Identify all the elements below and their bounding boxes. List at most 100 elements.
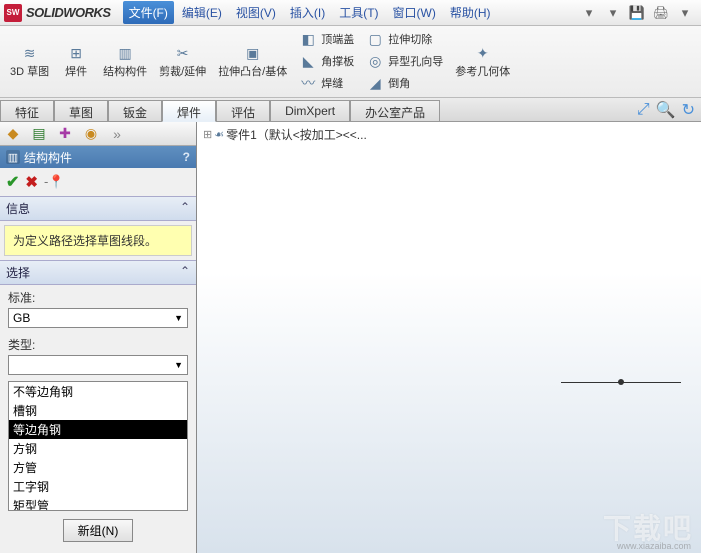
ribbon-cut-label: 拉伸切除 bbox=[388, 31, 432, 47]
ok-button[interactable]: ✔ bbox=[6, 172, 19, 192]
panel-tab-arrow-icon[interactable]: » bbox=[108, 125, 126, 143]
ribbon-weldment[interactable]: ⊞ 焊件 bbox=[55, 28, 97, 95]
tab-evaluate[interactable]: 评估 bbox=[216, 100, 270, 121]
chevron-down-icon: ▼ bbox=[174, 313, 183, 323]
info-section-header[interactable]: 信息 ⌃ bbox=[0, 196, 196, 221]
new-group-label: 新组(N) bbox=[78, 522, 119, 539]
collapse-icon: ⌃ bbox=[180, 200, 190, 217]
panel-tab-feature-icon[interactable]: ◆ bbox=[4, 125, 22, 143]
ribbon-hole[interactable]: ◎异型孔向导 bbox=[362, 50, 447, 72]
tab-dimxpert[interactable]: DimXpert bbox=[270, 100, 350, 121]
tab-weldments[interactable]: 焊件 bbox=[162, 100, 216, 122]
ribbon-structure[interactable]: ▥ 结构构件 bbox=[97, 28, 153, 95]
type-option[interactable]: 工字钢 bbox=[9, 477, 187, 496]
ribbon-cut[interactable]: ▢拉伸切除 bbox=[362, 28, 447, 50]
ribbon-refgeom[interactable]: ✦ 参考几何体 bbox=[449, 28, 516, 95]
feature-panel: ◆ ▤ ✚ ◉ » ▥ 结构构件 ? ✔ ✖ -📍 信息 ⌃ 为定义路径选择草图… bbox=[0, 122, 197, 553]
type-option[interactable]: 等边角钢 bbox=[9, 420, 187, 439]
panel-tab-row: ◆ ▤ ✚ ◉ » bbox=[0, 122, 196, 146]
menu-window[interactable]: 窗口(W) bbox=[387, 1, 442, 24]
menu-view[interactable]: 视图(V) bbox=[230, 1, 282, 24]
collapse-icon: ⌃ bbox=[180, 264, 190, 281]
sketch-3d-icon: ≋ bbox=[21, 45, 39, 63]
rotate-icon[interactable]: ↻ bbox=[682, 100, 695, 120]
ribbon-extrude-label: 拉伸凸台/基体 bbox=[218, 63, 287, 79]
ribbon-group-b: ▢拉伸切除 ◎异型孔向导 ◢倒角 bbox=[360, 28, 449, 95]
ribbon-trim[interactable]: ✂ 剪裁/延伸 bbox=[153, 28, 212, 95]
title-bar: SW SOLIDWORKS 文件(F) 编辑(E) 视图(V) 插入(I) 工具… bbox=[0, 0, 701, 26]
structure-icon: ▥ bbox=[116, 45, 134, 63]
structure-member-icon: ▥ bbox=[6, 150, 20, 164]
feature-tree-node[interactable]: ⊞ ☙ 零件1（默认<按加工><<... bbox=[203, 126, 367, 143]
zoom-fit-icon[interactable]: ⤢ bbox=[637, 101, 650, 119]
select-section-label: 选择 bbox=[6, 264, 30, 281]
viewport-tools: ⤢ 🔍 ↻ bbox=[637, 98, 701, 121]
ribbon-structure-label: 结构构件 bbox=[103, 63, 147, 79]
new-group-row: 新组(N) bbox=[0, 513, 196, 548]
menu-insert[interactable]: 插入(I) bbox=[284, 1, 331, 24]
pin-button[interactable]: -📍 bbox=[44, 174, 65, 190]
panel-header: ▥ 结构构件 ? bbox=[0, 146, 196, 168]
panel-tab-display-icon[interactable]: ✚ bbox=[56, 125, 74, 143]
select-section-header[interactable]: 选择 ⌃ bbox=[0, 260, 196, 285]
doc-tabs: 特征 草图 钣金 焊件 评估 DimXpert 办公室产品 ⤢ 🔍 ↻ bbox=[0, 98, 701, 122]
ribbon-bead-label: 焊缝 bbox=[321, 75, 343, 91]
more-icon[interactable]: ▾ bbox=[677, 5, 693, 21]
tab-sheetmetal[interactable]: 钣金 bbox=[108, 100, 162, 121]
endcap-icon: ◧ bbox=[299, 30, 317, 48]
standard-dropdown[interactable]: GB ▼ bbox=[8, 308, 188, 328]
cut-icon: ▢ bbox=[366, 30, 384, 48]
ribbon-weldment-label: 焊件 bbox=[65, 63, 87, 79]
viewport[interactable]: ⊞ ☙ 零件1（默认<按加工><<... 下载吧 www.xiazaiba.co… bbox=[197, 122, 701, 553]
save-icon[interactable]: 💾 bbox=[629, 5, 645, 21]
type-option[interactable]: 方钢 bbox=[9, 439, 187, 458]
ribbon-gusset[interactable]: ◣角撑板 bbox=[295, 50, 358, 72]
panel-tab-dim-icon[interactable]: ◉ bbox=[82, 125, 100, 143]
info-section-label: 信息 bbox=[6, 200, 30, 217]
ribbon-chamfer[interactable]: ◢倒角 bbox=[362, 72, 447, 94]
type-option[interactable]: 矩型管 bbox=[9, 496, 187, 511]
new-group-button[interactable]: 新组(N) bbox=[63, 519, 134, 542]
tab-office[interactable]: 办公室产品 bbox=[350, 100, 440, 121]
type-option[interactable]: 方管 bbox=[9, 458, 187, 477]
tab-features[interactable]: 特征 bbox=[0, 100, 54, 121]
type-label: 类型: bbox=[8, 336, 188, 353]
panel-help-button[interactable]: ? bbox=[183, 150, 190, 164]
menu-tools[interactable]: 工具(T) bbox=[333, 1, 384, 24]
open-doc-icon[interactable]: ▾ bbox=[605, 5, 621, 21]
new-doc-icon[interactable]: ▾ bbox=[581, 5, 597, 21]
type-field: 类型: ▼ bbox=[0, 332, 196, 379]
ribbon-trim-label: 剪裁/延伸 bbox=[159, 63, 206, 79]
ribbon-3d-sketch[interactable]: ≋ 3D 草图 bbox=[4, 28, 55, 95]
type-option[interactable]: 槽钢 bbox=[9, 401, 187, 420]
ribbon: ≋ 3D 草图 ⊞ 焊件 ▥ 结构构件 ✂ 剪裁/延伸 ▣ 拉伸凸台/基体 ◧顶… bbox=[0, 26, 701, 98]
type-dropdown[interactable]: ▼ bbox=[8, 355, 188, 375]
app-name: SOLIDWORKS bbox=[26, 5, 111, 20]
cancel-button[interactable]: ✖ bbox=[25, 173, 38, 191]
print-icon[interactable]: 🖨 bbox=[653, 5, 669, 21]
ribbon-hole-label: 异型孔向导 bbox=[388, 53, 443, 69]
zoom-area-icon[interactable]: 🔍 bbox=[656, 100, 676, 120]
type-listbox[interactable]: 不等边角钢槽钢等边角钢方钢方管工字钢矩型管六方钢圆钢圆管 bbox=[8, 381, 188, 511]
menu-help[interactable]: 帮助(H) bbox=[444, 1, 497, 24]
menu-file[interactable]: 文件(F) bbox=[123, 1, 174, 24]
ribbon-group-a: ◧顶端盖 ◣角撑板 〰焊缝 bbox=[293, 28, 360, 95]
tab-sketch[interactable]: 草图 bbox=[54, 100, 108, 121]
menu-edit[interactable]: 编辑(E) bbox=[176, 1, 228, 24]
part-icon: ☙ bbox=[214, 128, 224, 141]
ribbon-chamfer-label: 倒角 bbox=[388, 75, 410, 91]
standard-field: 标准: GB ▼ bbox=[0, 285, 196, 332]
panel-tab-config-icon[interactable]: ▤ bbox=[30, 125, 48, 143]
extrude-icon: ▣ bbox=[244, 45, 262, 63]
ribbon-endcap-label: 顶端盖 bbox=[321, 31, 354, 47]
ribbon-endcap[interactable]: ◧顶端盖 bbox=[295, 28, 358, 50]
app-logo: SW bbox=[4, 4, 22, 22]
ribbon-extrude[interactable]: ▣ 拉伸凸台/基体 bbox=[212, 28, 293, 95]
gusset-icon: ◣ bbox=[299, 52, 317, 70]
chevron-down-icon: ▼ bbox=[174, 360, 183, 370]
type-option[interactable]: 不等边角钢 bbox=[9, 382, 187, 401]
weldment-icon: ⊞ bbox=[67, 45, 85, 63]
ribbon-bead[interactable]: 〰焊缝 bbox=[295, 72, 358, 94]
expand-icon[interactable]: ⊞ bbox=[203, 128, 212, 141]
bead-icon: 〰 bbox=[299, 74, 317, 92]
